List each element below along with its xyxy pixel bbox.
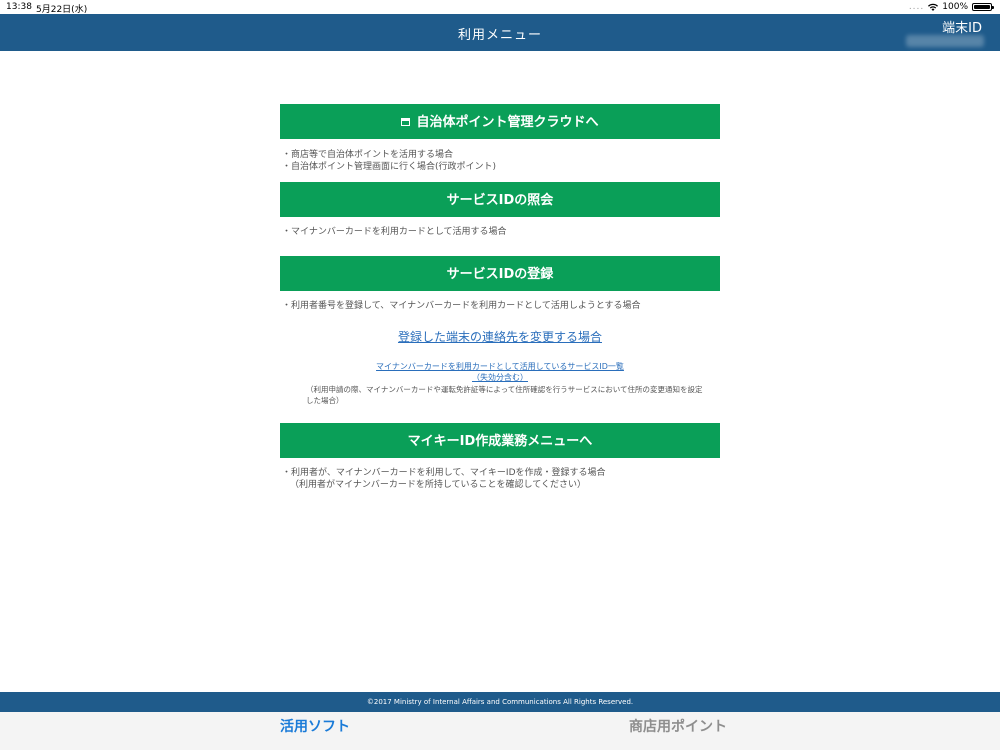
service-id-register-note: ・利用者番号を登録して、マイナンバーカードを利用カードとして活用しようとする場合 <box>282 301 641 311</box>
change-contact-link[interactable]: 登録した端末の連絡先を変更する場合 <box>280 328 720 345</box>
wifi-icon <box>928 3 939 11</box>
terminal-id-label: 端末ID <box>942 21 982 36</box>
terminal-id-value-redacted <box>906 35 984 47</box>
service-id-list-note: （利用申請の際、マイナンバーカードや運転免許証等によって住所確認を行うサービスに… <box>306 385 703 405</box>
tab-store-points[interactable]: 商店用ポイント <box>629 716 727 736</box>
signal-icon: .... <box>908 2 925 12</box>
service-id-list-link-line1: マイナンバーカードを利用カードとして活用しているサービスID一覧 <box>376 362 624 371</box>
page-title: 利用メニュー <box>457 28 542 43</box>
service-id-list-link-line2: （失効分含む） <box>472 373 528 382</box>
cloud-button[interactable]: 自治体ポイント管理クラウドへ <box>280 104 720 139</box>
cloud-note-2: ・自治体ポイント管理画面に行く場合(行政ポイント) <box>282 162 497 172</box>
window-icon <box>401 118 411 126</box>
status-right: .... 100% <box>908 2 994 12</box>
tab-app-software[interactable]: 活用ソフト <box>280 716 350 736</box>
cloud-note-1: ・商店等で自治体ポイントを活用する場合 <box>282 150 454 160</box>
service-id-register-button[interactable]: サービスIDの登録 <box>280 256 720 291</box>
service-id-list-link[interactable]: マイナンバーカードを利用カードとして活用しているサービスID一覧 （失効分含む） <box>280 361 720 383</box>
battery-icon <box>972 3 994 11</box>
mykey-note-2: （利用者がマイナンバーカードを所持していることを確認してください） <box>290 480 587 490</box>
status-bar: 13:38 5月22日(水) .... 100% <box>0 0 1000 15</box>
footer-copyright: ©2017 Ministry of Internal Affairs and C… <box>0 692 1000 712</box>
navigation-bar: 利用メニュー 端末ID <box>0 14 1000 51</box>
status-time: 13:38 <box>6 2 32 12</box>
service-id-inquiry-note: ・マイナンバーカードを利用カードとして活用する場合 <box>282 227 507 237</box>
mykey-note-1: ・利用者が、マイナンバーカードを利用して、マイキーIDを作成・登録する場合 <box>282 468 606 478</box>
battery-percent: 100% <box>942 2 968 12</box>
tab-bar: 活用ソフト 商店用ポイント <box>0 712 1000 750</box>
mykey-menu-button[interactable]: マイキーID作成業務メニューへ <box>280 423 720 458</box>
service-id-inquiry-button[interactable]: サービスIDの照会 <box>280 182 720 217</box>
cloud-button-label: 自治体ポイント管理クラウドへ <box>416 115 599 130</box>
